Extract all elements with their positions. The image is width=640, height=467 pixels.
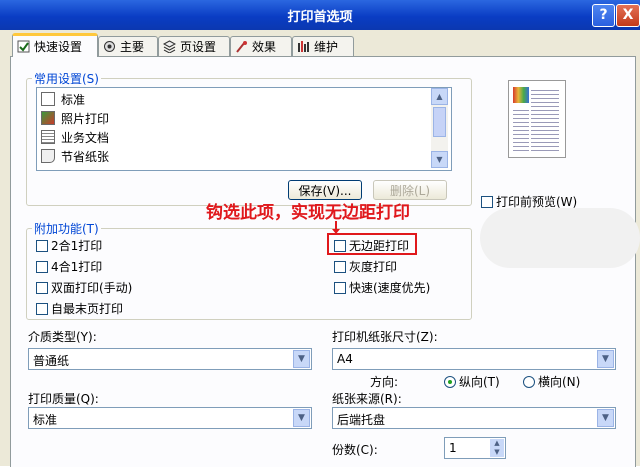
tab-page-setup[interactable]: 页设置 (158, 36, 230, 56)
tab-label: 页设置 (180, 40, 217, 54)
tab-label: 主要 (120, 40, 145, 54)
blurred-region (480, 208, 640, 268)
effects-icon (235, 40, 248, 53)
preview-image-block (513, 87, 529, 103)
list-item-label: 业务文档 (61, 130, 110, 145)
checkbox-box[interactable] (481, 195, 493, 208)
landscape-radio[interactable]: 横向(N) (523, 373, 580, 390)
checkbox-box[interactable] (36, 260, 48, 273)
tab-label: 效果 (252, 40, 277, 54)
tab-quick-settings[interactable]: 快速设置 (12, 33, 98, 57)
radio-dot[interactable] (523, 375, 535, 388)
fast-mode-checkbox[interactable]: 快速(速度优先) (334, 279, 430, 296)
preset-list[interactable]: 标准 照片打印 业务文档 节省纸张 (36, 87, 452, 171)
list-item-save-paper[interactable]: 节省纸张 (41, 147, 109, 165)
chevron-down-icon[interactable]: ▼ (293, 409, 310, 427)
help-button[interactable]: ? (592, 4, 615, 27)
copies-label: 份数(C): (332, 443, 378, 457)
orientation-label: 方向: (370, 375, 399, 389)
portrait-radio[interactable]: 纵向(T) (444, 373, 500, 390)
select-value: 后端托盘 (337, 413, 386, 427)
tab-label: 快速设置 (34, 40, 83, 54)
list-item-standard[interactable]: 标准 (41, 90, 85, 108)
save-paper-icon (41, 149, 55, 163)
checkbox-label: 双面打印(手动) (51, 281, 133, 295)
radio-label: 纵向(T) (459, 375, 500, 389)
scroll-down-icon[interactable]: ▼ (431, 151, 448, 168)
paper-size-select[interactable]: A4 ▼ (332, 348, 616, 370)
grayscale-checkbox[interactable]: 灰度打印 (334, 258, 397, 275)
list-item-photo[interactable]: 照片打印 (41, 109, 109, 127)
checkbox-label: 快速(速度优先) (349, 281, 431, 295)
radio-dot[interactable] (444, 375, 456, 388)
list-item-label: 节省纸张 (61, 149, 110, 164)
paper-size-label: 打印机纸张尺寸(Z): (332, 330, 438, 344)
photo-icon (41, 111, 55, 125)
checkbox-box[interactable] (36, 281, 48, 294)
main-icon (103, 40, 116, 53)
reverse-order-checkbox[interactable]: 自最末页打印 (36, 300, 123, 317)
checkbox-label: 4合1打印 (51, 260, 103, 274)
page-preview (508, 80, 566, 158)
select-value: A4 (337, 352, 353, 366)
chevron-down-icon[interactable]: ▼ (597, 350, 614, 368)
paper-source-select[interactable]: 后端托盘 ▼ (332, 407, 616, 429)
duplex-manual-checkbox[interactable]: 双面打印(手动) (36, 279, 132, 296)
four-in-one-checkbox[interactable]: 4合1打印 (36, 258, 102, 275)
annotation-highlight-box (327, 233, 417, 255)
page-setup-icon (163, 40, 176, 53)
common-settings-label: 常用设置(S) (32, 70, 101, 87)
standard-doc-icon (41, 92, 55, 106)
radio-label: 横向(N) (538, 375, 581, 389)
business-doc-icon (41, 130, 55, 144)
media-type-label: 介质类型(Y): (28, 330, 97, 344)
two-in-one-checkbox[interactable]: 2合1打印 (36, 237, 102, 254)
decrement-icon[interactable]: ▼ (490, 448, 504, 457)
annotation-text: 钩选此项，实现无边距打印 (206, 203, 410, 223)
print-quality-select[interactable]: 标准 ▼ (28, 407, 312, 429)
close-button[interactable]: X (616, 4, 640, 27)
quick-settings-icon (17, 40, 30, 53)
copies-stepper[interactable]: 1 ▲ ▼ (444, 437, 506, 459)
copies-value[interactable]: 1 (449, 441, 457, 455)
list-item-label: 标准 (61, 92, 86, 107)
print-quality-label: 打印质量(Q): (28, 392, 99, 406)
preview-text-lines (531, 87, 559, 151)
tab-effects[interactable]: 效果 (230, 36, 292, 56)
chevron-down-icon[interactable]: ▼ (293, 350, 310, 368)
scroll-up-icon[interactable]: ▲ (431, 88, 448, 105)
tab-label: 维护 (314, 40, 339, 54)
list-item-business[interactable]: 业务文档 (41, 128, 109, 146)
delete-button[interactable]: 删除(L) (373, 180, 447, 200)
chevron-down-icon[interactable]: ▼ (597, 409, 614, 427)
paper-source-label: 纸张来源(R): (332, 392, 402, 406)
checkbox-box[interactable] (334, 260, 346, 273)
checkbox-label: 灰度打印 (349, 260, 398, 274)
media-type-select[interactable]: 普通纸 ▼ (28, 348, 312, 370)
additional-features-label: 附加功能(T) (32, 220, 101, 237)
checkbox-label: 自最末页打印 (51, 302, 124, 316)
checkbox-box[interactable] (334, 281, 346, 294)
scroll-thumb[interactable] (433, 107, 446, 137)
select-value: 标准 (33, 413, 58, 427)
maintenance-icon (297, 40, 310, 53)
tab-maintenance[interactable]: 维护 (292, 36, 354, 56)
window-title: 打印首选项 (287, 10, 353, 25)
tab-main[interactable]: 主要 (98, 36, 158, 56)
preview-text-lines (513, 107, 529, 151)
save-button[interactable]: 保存(V)... (288, 180, 362, 200)
select-value: 普通纸 (33, 354, 70, 368)
increment-icon[interactable]: ▲ (490, 439, 504, 448)
checkbox-box[interactable] (36, 302, 48, 315)
checkbox-label: 2合1打印 (51, 239, 103, 253)
checkbox-box[interactable] (36, 239, 48, 252)
list-item-label: 照片打印 (61, 111, 110, 126)
